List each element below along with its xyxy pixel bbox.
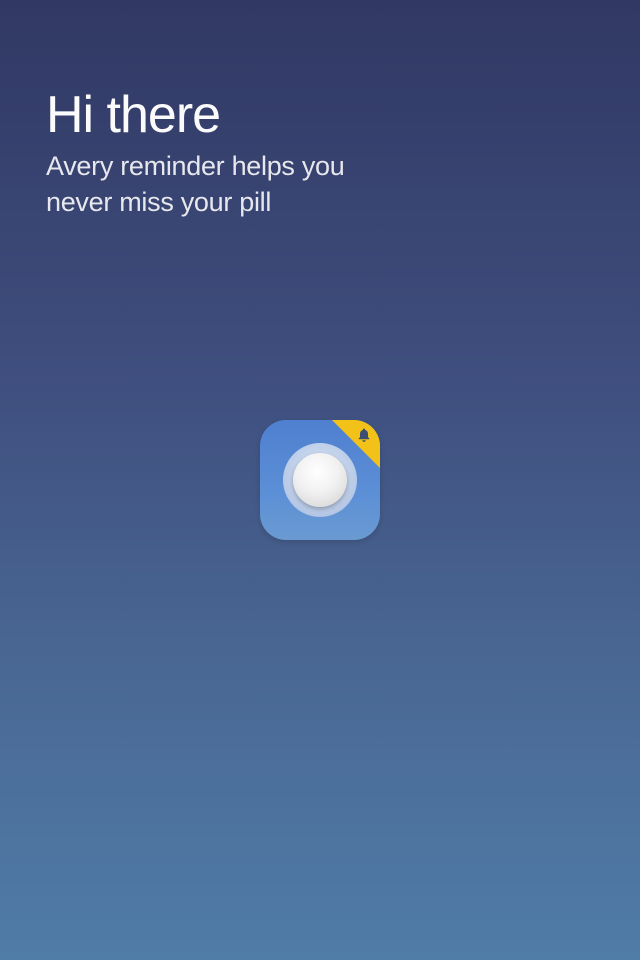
welcome-subtitle: Avery reminder helps you never miss your…	[46, 151, 345, 217]
intro-section: Hi there Avery reminder helps you never …	[46, 86, 606, 220]
welcome-title: Hi there	[46, 86, 221, 144]
app-logo-icon	[260, 420, 380, 540]
bell-icon	[358, 428, 370, 442]
